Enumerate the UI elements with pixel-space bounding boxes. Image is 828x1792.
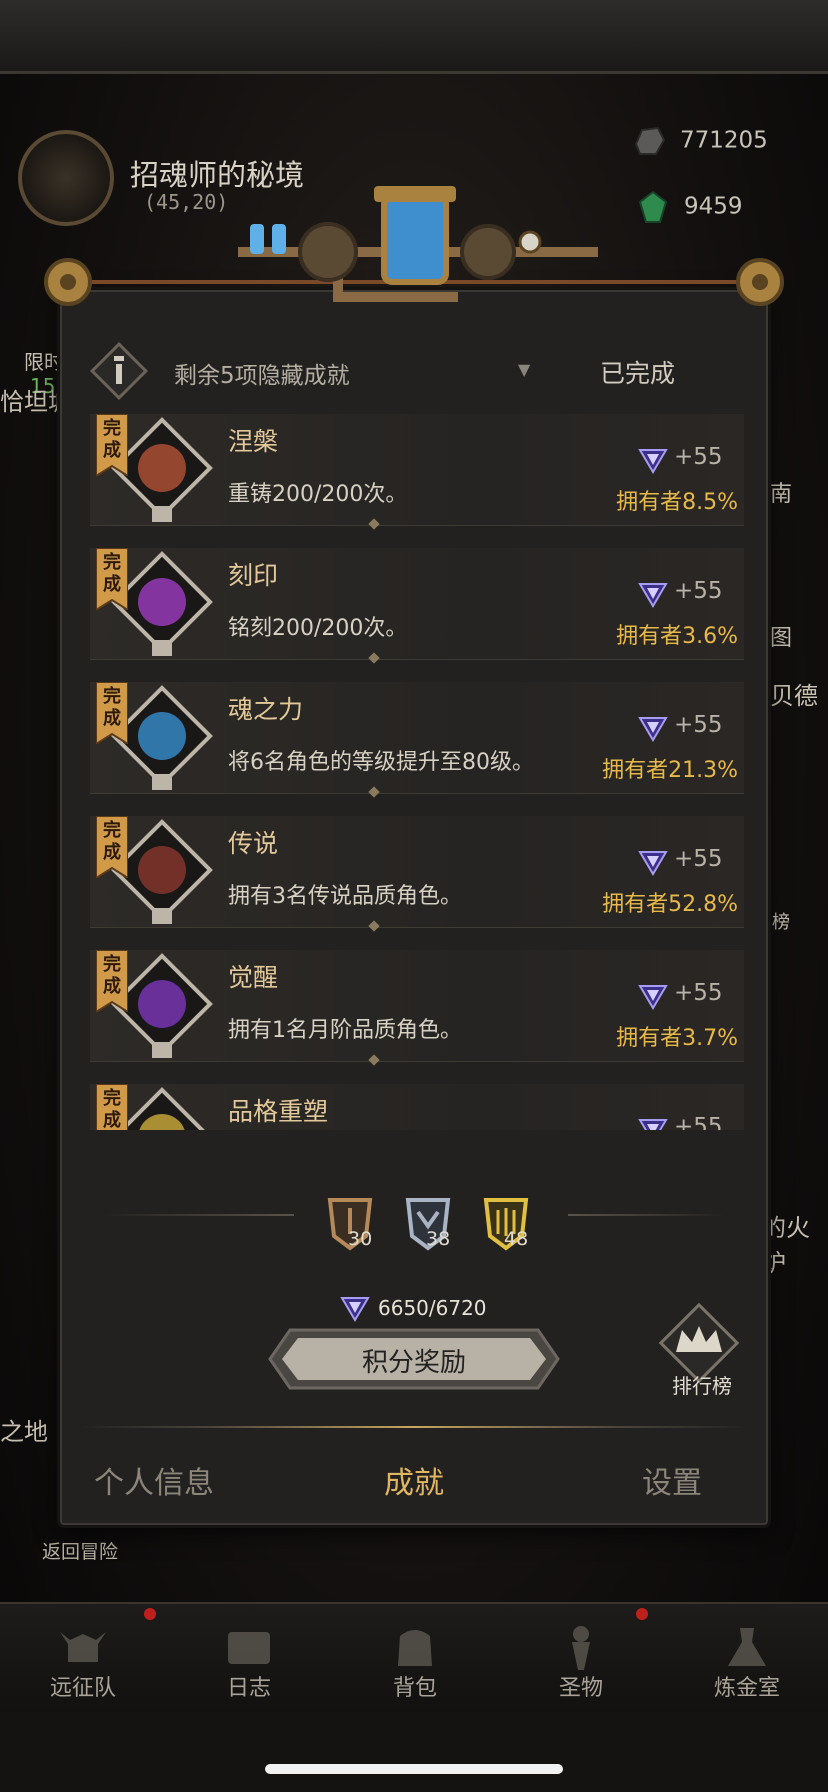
currency-ore-value: 771205 [680,127,768,154]
achievement-row[interactable]: 完成 涅槃 重铸200/200次。 +55 拥有者8.5% [90,414,744,526]
completed-tag-label: 完成 [103,552,121,595]
nav-label: 背包 [392,1676,437,1701]
badge-glow [138,712,186,760]
gold-tier-count: 48 [504,1228,529,1250]
achievement-title: 品格重塑 [228,1097,329,1126]
achievement-list[interactable]: 完成 涅槃 重铸200/200次。 +55 拥有者8.5% 完成 刻印 铭刻20… [90,414,744,1130]
achievement-title: 刻印 [228,561,279,590]
achievement-row[interactable]: 完成 魂之力 将6名角色的等级提升至80级。 +55 拥有者21.3% [90,682,744,794]
top-bar [0,0,828,74]
owner-percentage: 拥有者52.8% [602,892,738,917]
owner-percentage: 拥有者3.7% [616,1026,738,1051]
badge-glow [138,578,186,626]
tab-achievements[interactable]: 成就 [384,1458,444,1502]
achievement-point-icon [638,449,668,474]
achievement-description: 拥有1名月阶品质角色。 [228,1018,462,1043]
achievement-row[interactable]: 完成 觉醒 拥有1名月阶品质角色。 +55 拥有者3.7% [90,950,744,1062]
tab-profile[interactable]: 个人信息 [94,1458,214,1502]
completed-tag-label: 完成 [103,1088,121,1130]
points-reward-label: 积分奖励 [361,1348,466,1378]
completed-tag-label: 完成 [103,820,121,863]
achievement-points: +55 [674,578,723,604]
notification-dot [144,1608,156,1620]
ore-icon [634,126,666,155]
info-icon[interactable] [88,340,150,402]
completed-tag-label: 完成 [103,418,121,461]
dropdown-arrow-icon[interactable]: ▼ [518,360,530,379]
bronze-tier-count: 30 [348,1228,373,1250]
helmet-icon [60,1632,106,1662]
achievement-point-icon [638,583,668,608]
silver-tier-count: 38 [426,1228,451,1250]
scroll-icon [228,1632,270,1664]
side-label: 南 [770,482,793,507]
achievement-point-icon [638,1119,668,1130]
achievement-filter-bar: 剩余5项隐藏成就 ▼ 已完成 [88,338,744,402]
nav-relics[interactable]: 圣物 [498,1604,664,1714]
achievement-title: 觉醒 [228,963,279,992]
side-label: 图 [770,626,793,651]
tab-settings[interactable]: 设置 [642,1458,702,1502]
currency-ore: 771205 [632,124,768,158]
bottom-nav: 远征队 日志 背包 圣物 炼金室 [0,1602,828,1712]
achievement-row[interactable]: 完成 传说 拥有3名传说品质角色。 +55 拥有者52.8% [90,816,744,928]
divider-line [104,1214,294,1216]
notification-dot [636,1608,648,1620]
achievement-description: 重铸200/200次。 [228,482,408,507]
completed-tag-label: 完成 [103,954,121,997]
backpack-icon [398,1630,432,1666]
achievement-points: +55 [674,846,723,872]
nav-expedition[interactable]: 远征队 [0,1604,166,1714]
owner-percentage: 拥有者3.6% [616,624,738,649]
side-label: 限时 [24,350,64,374]
divider-line [568,1214,724,1216]
nav-label: 炼金室 [713,1676,780,1701]
achievement-points: +55 [674,1114,723,1130]
achievement-description: 铭刻200/200次。 [228,616,408,641]
achievement-points: +55 [674,980,723,1006]
achievement-description: 将6名角色的等级提升至80级。 [228,750,534,775]
badge-glow [138,980,186,1028]
torch-icon [572,1626,590,1670]
achievement-points: +55 [674,712,723,738]
leaderboard-label[interactable]: 排行榜 [664,1370,740,1399]
achievement-title: 涅槃 [228,427,279,456]
nav-label: 日志 [226,1676,271,1701]
achievement-description: 拥有3名传说品质角色。 [228,884,462,909]
badge-glow [138,444,186,492]
side-label: 榜 [772,912,790,933]
owner-percentage: 拥有者21.3% [602,758,738,783]
nav-journal[interactable]: 日志 [166,1604,332,1714]
nav-backpack[interactable]: 背包 [332,1604,498,1714]
achievement-row[interactable]: 完成 品格重塑 +55 [90,1084,744,1130]
tab-divider [80,1426,748,1428]
owner-percentage: 拥有者8.5% [616,490,738,515]
alchemy-icon [728,1628,766,1666]
nav-label: 圣物 [558,1676,603,1701]
achievement-point-icon [638,851,668,876]
achievement-points: +55 [674,444,723,470]
nav-alchemy[interactable]: 炼金室 [664,1604,828,1714]
achievement-title: 魂之力 [228,695,304,724]
achievement-row[interactable]: 完成 刻印 铭刻200/200次。 +55 拥有者3.6% [90,548,744,660]
steampunk-header-decoration [44,186,784,306]
achievement-point-icon [638,717,668,742]
completed-tag-label: 完成 [103,686,121,729]
side-label: 之地 [0,1418,48,1446]
achievement-title: 传说 [228,829,279,858]
completed-filter-dropdown[interactable]: 已完成 [600,354,675,390]
home-indicator[interactable] [265,1764,563,1774]
achievement-point-icon [340,1297,370,1322]
home-bar [0,1712,828,1792]
total-score: 6650/6720 [378,1296,487,1320]
badge-glow [138,846,186,894]
achievement-point-icon [638,985,668,1010]
hidden-achievements-label: 剩余5项隐藏成就 [174,363,350,389]
return-adventure-label[interactable]: 返回冒险 [42,1537,118,1564]
side-label: 贝德 [770,682,818,710]
nav-label: 远征队 [49,1676,116,1701]
side-label: 的火炉 [762,1214,810,1277]
